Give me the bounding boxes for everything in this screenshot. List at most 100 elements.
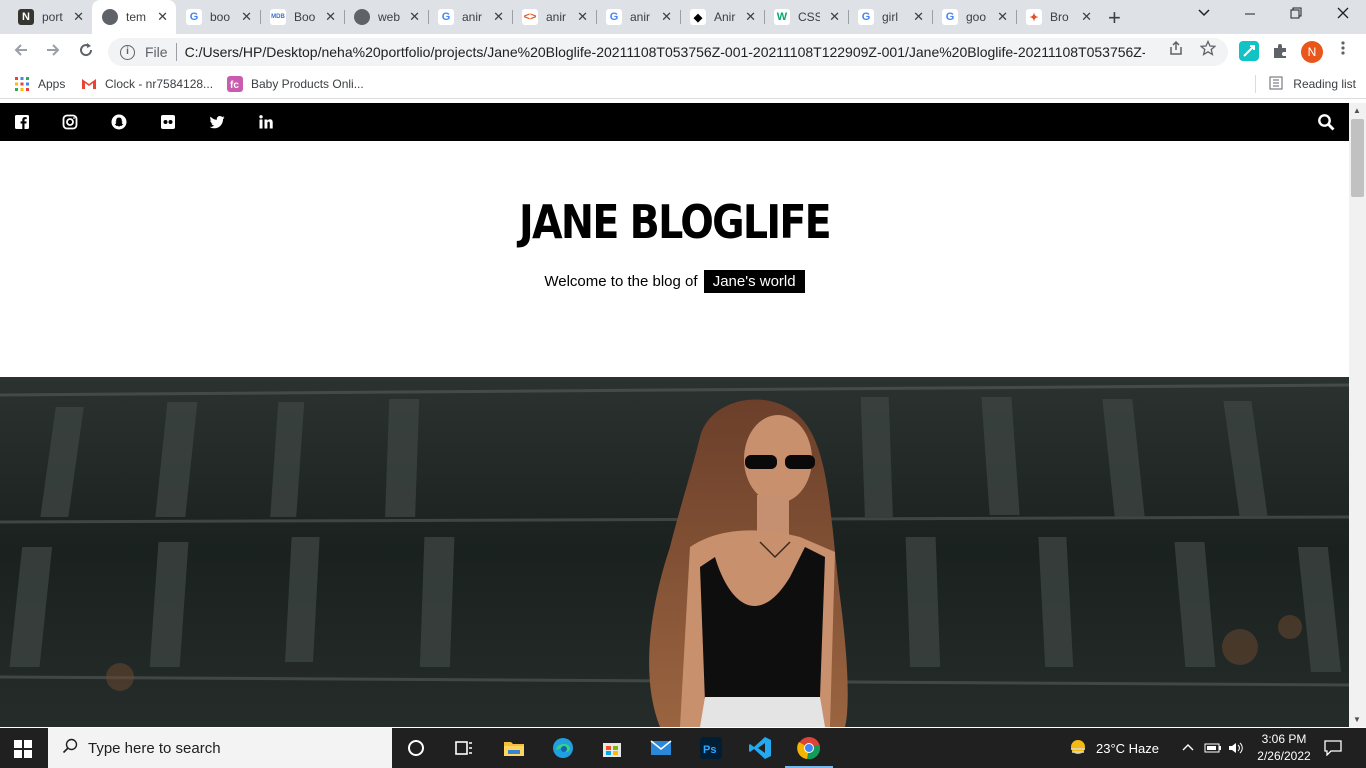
bookmark-clock[interactable]: Clock - nr7584128...	[81, 76, 213, 92]
tab-title: goo	[966, 10, 987, 24]
browser-tab[interactable]: <> anir ✕	[512, 0, 596, 34]
page-scrollbar[interactable]: ▲ ▼	[1349, 103, 1366, 727]
notifications-icon[interactable]	[1324, 728, 1342, 768]
restore-button[interactable]	[1290, 6, 1302, 25]
url-text[interactable]: C:/Users/HP/Desktop/neha%20portfolio/pro…	[185, 44, 1145, 60]
reading-list-button[interactable]: Reading list	[1269, 76, 1356, 92]
browser-tab[interactable]: Gboo ✕	[176, 0, 260, 34]
mail-icon[interactable]	[649, 736, 673, 760]
task-view-icon[interactable]	[452, 736, 476, 760]
browser-tab[interactable]: Ggoo ✕	[932, 0, 1016, 34]
browser-menu-icon[interactable]	[1341, 40, 1345, 61]
taskbar-clock[interactable]: 3:06 PM 2/26/2022	[1252, 731, 1316, 765]
instagram-icon[interactable]	[62, 114, 78, 130]
taskbar-search-placeholder: Type here to search	[88, 739, 221, 757]
flickr-icon[interactable]	[160, 114, 176, 130]
close-tab-icon[interactable]: ✕	[1081, 9, 1092, 25]
taskbar-search-box[interactable]: Type here to search	[48, 728, 392, 768]
tab-title: web	[378, 10, 400, 24]
close-tab-icon[interactable]: ✕	[73, 9, 84, 25]
browser-tab[interactable]: Ggirl ✕	[848, 0, 932, 34]
minimize-button[interactable]	[1244, 6, 1256, 25]
extension-grammarly-icon[interactable]	[1239, 41, 1259, 61]
volume-icon[interactable]	[1228, 728, 1244, 768]
browser-toolbar: i File C:/Users/HP/Desktop/neha%20portfo…	[0, 34, 1366, 70]
blog-tagline: Welcome to the blog of Jane's world	[0, 270, 1349, 293]
browser-tab[interactable]: W CSS ✕	[764, 0, 848, 34]
facebook-icon[interactable]	[14, 114, 30, 130]
scroll-down-arrow[interactable]: ▼	[1353, 715, 1361, 724]
browser-tab[interactable]: tem ✕	[92, 0, 176, 34]
browser-tab[interactable]: Ganir ✕	[428, 0, 512, 34]
tab-title: Anir	[714, 10, 736, 24]
close-tab-icon[interactable]: ✕	[409, 9, 420, 25]
browser-tab[interactable]: Nport ✕	[8, 0, 92, 34]
tab-search-icon[interactable]	[1197, 6, 1211, 25]
bookmark-label: Apps	[38, 77, 66, 91]
browser-tabstrip: Nport ✕ tem ✕ Gboo ✕ MDB Boo ✕ web ✕ Ganir ✕ <> anir ✕ G…	[0, 0, 1366, 34]
bookmarks-divider	[1255, 75, 1256, 93]
close-tab-icon[interactable]: ✕	[661, 9, 672, 25]
clock-date: 2/26/2022	[1257, 749, 1311, 763]
search-icon[interactable]	[1317, 113, 1335, 131]
tab-title: anir	[546, 10, 567, 24]
browser-tab[interactable]: ✦ Bro ✕	[1016, 0, 1100, 34]
svg-text:fc: fc	[230, 80, 239, 91]
profile-avatar[interactable]: N	[1301, 41, 1323, 63]
browser-tab[interactable]: Ganir ✕	[596, 0, 680, 34]
google-icon: G	[858, 9, 874, 25]
address-bar[interactable]: i File C:/Users/HP/Desktop/neha%20portfo…	[108, 38, 1228, 66]
close-tab-icon[interactable]: ✕	[493, 9, 504, 25]
browser-tab[interactable]: web ✕	[344, 0, 428, 34]
close-tab-icon[interactable]: ✕	[241, 9, 252, 25]
close-tab-icon[interactable]: ✕	[997, 9, 1008, 25]
reload-button[interactable]	[77, 41, 95, 64]
file-explorer-icon[interactable]	[502, 736, 526, 760]
social-topbar	[0, 103, 1349, 141]
reading-list-icon	[1269, 76, 1285, 92]
forward-button[interactable]	[44, 41, 62, 64]
vscode-icon[interactable]	[748, 736, 772, 760]
browser-tab[interactable]: MDB Boo ✕	[260, 0, 344, 34]
extensions-puzzle-icon[interactable]	[1270, 41, 1290, 61]
scroll-up-arrow[interactable]: ▲	[1353, 106, 1361, 115]
chrome-icon[interactable]	[785, 736, 833, 768]
google-icon: G	[606, 9, 622, 25]
microsoft-store-icon[interactable]	[600, 736, 624, 760]
weather-text: 23°C Haze	[1096, 740, 1160, 756]
close-tab-icon[interactable]: ✕	[913, 9, 924, 25]
windows-start-icon[interactable]	[14, 740, 32, 758]
close-tab-icon[interactable]: ✕	[577, 9, 588, 25]
twitter-icon[interactable]	[209, 114, 225, 130]
edge-browser-icon[interactable]	[551, 736, 575, 760]
bookmark-star-icon[interactable]	[1199, 39, 1217, 60]
close-window-button[interactable]	[1336, 6, 1350, 25]
scroll-thumb[interactable]	[1351, 119, 1364, 197]
bookmark-label: Baby Products Onli...	[251, 77, 364, 91]
close-tab-icon[interactable]: ✕	[157, 9, 168, 25]
cortana-icon[interactable]	[404, 736, 428, 760]
tray-overflow-chevron-icon[interactable]	[1182, 728, 1194, 768]
scheme-label: File	[145, 44, 168, 60]
linkedin-icon[interactable]	[258, 114, 274, 130]
snapchat-icon[interactable]	[111, 114, 127, 130]
browser-tab[interactable]: ◆ Anir ✕	[680, 0, 764, 34]
battery-icon[interactable]	[1204, 728, 1222, 768]
back-button[interactable]	[12, 41, 30, 64]
bookmark-apps[interactable]: Apps	[14, 76, 65, 92]
weather-widget[interactable]: 23°C Haze	[1068, 728, 1159, 768]
tab-title: girl	[882, 10, 899, 24]
close-tab-icon[interactable]: ✕	[829, 9, 840, 25]
globe-icon	[102, 9, 118, 25]
bookmarks-bar: Apps Clock - nr7584128... fc Baby Produc…	[0, 70, 1366, 99]
share-icon[interactable]	[1168, 40, 1184, 60]
photoshop-icon[interactable]: Ps	[699, 736, 723, 760]
close-tab-icon[interactable]: ✕	[325, 9, 336, 25]
new-tab-button[interactable]: +	[1108, 5, 1121, 31]
close-tab-icon[interactable]: ✕	[745, 9, 756, 25]
reading-list-label: Reading list	[1293, 77, 1356, 91]
site-info-icon[interactable]: i	[120, 44, 135, 60]
bookmark-baby-products[interactable]: fc Baby Products Onli...	[227, 76, 364, 92]
windows-taskbar: Type here to search Ps 23°C Haze 3:06 PM…	[0, 728, 1366, 768]
tagline-highlight: Jane's world	[703, 270, 805, 293]
